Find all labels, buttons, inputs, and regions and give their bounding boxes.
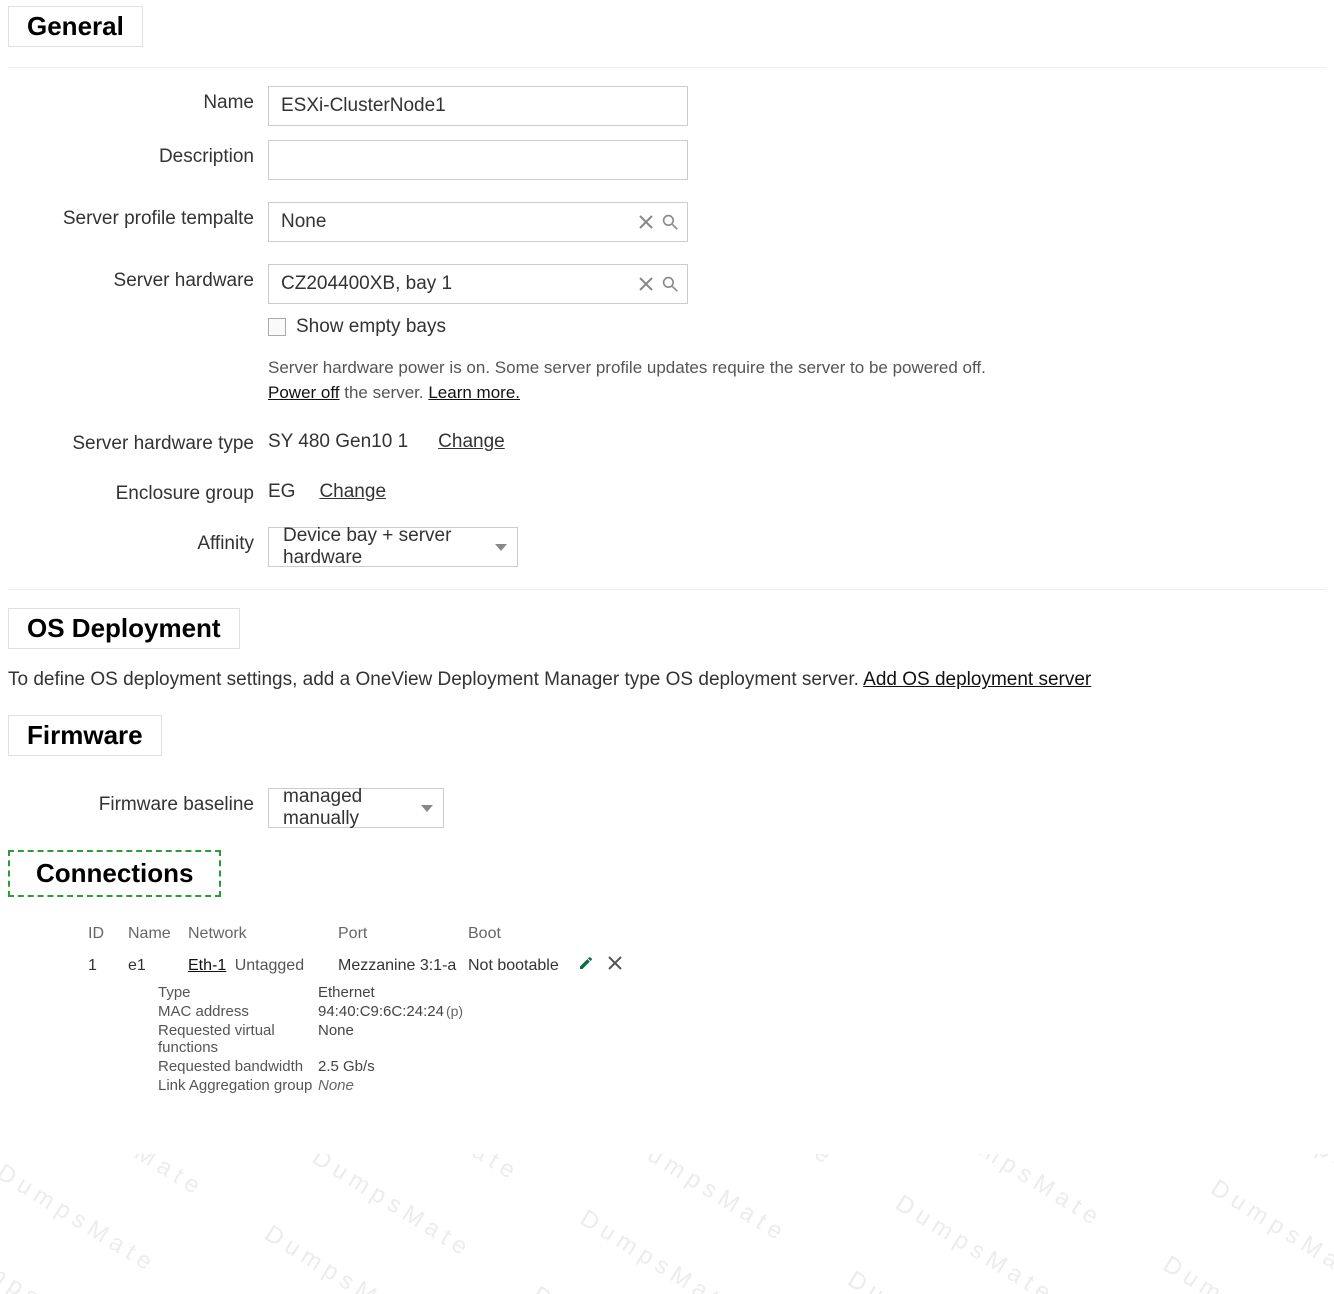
label-enclosure-group: Enclosure group — [8, 477, 268, 505]
clear-icon[interactable] — [637, 213, 655, 231]
power-off-link[interactable]: Power off — [268, 383, 340, 402]
col-network: Network — [188, 925, 338, 943]
clear-icon[interactable] — [637, 275, 655, 293]
cell-port: Mezzanine 3:1-a — [338, 957, 468, 975]
connection-details: Type Ethernet MAC address 94:40:C9:6C:24… — [158, 984, 698, 1094]
chevron-down-icon — [495, 544, 507, 551]
table-row: 1 e1 Eth-1 Untagged Mezzanine 3:1-a Not … — [58, 951, 698, 980]
section-title-os-deployment: OS Deployment — [8, 608, 240, 649]
label-hardware-type: Server hardware type — [8, 427, 268, 455]
detail-key-type: Type — [158, 984, 318, 1001]
power-info-text: Server hardware power is on. Some server… — [268, 356, 988, 405]
add-os-deployment-server-link[interactable]: Add OS deployment server — [863, 669, 1091, 690]
cell-name: e1 — [128, 957, 188, 975]
affinity-value: Device bay + server hardware — [283, 525, 485, 569]
description-input[interactable] — [268, 140, 688, 180]
label-profile-template: Server profile tempalte — [8, 202, 268, 230]
learn-more-link[interactable]: Learn more. — [428, 383, 520, 402]
detail-val-lag: None — [318, 1077, 578, 1094]
col-port: Port — [338, 925, 468, 943]
show-empty-bays-checkbox[interactable]: Show empty bays — [268, 316, 988, 338]
cell-boot: Not bootable — [468, 957, 578, 975]
show-empty-bays-label: Show empty bays — [296, 316, 446, 338]
change-enclosure-link[interactable]: Change — [319, 477, 386, 503]
detail-key-mac: MAC address — [158, 1003, 318, 1020]
connections-header: ID Name Network Port Boot — [58, 921, 698, 951]
cell-id: 1 — [88, 957, 128, 975]
label-affinity: Affinity — [8, 527, 268, 555]
profile-template-value: None — [281, 211, 631, 233]
detail-val-type: Ethernet — [318, 984, 578, 1001]
os-deployment-info: To define OS deployment settings, add a … — [8, 669, 1326, 691]
detail-key-bw: Requested bandwidth — [158, 1058, 318, 1075]
firmware-baseline-select[interactable]: managed manually — [268, 788, 444, 828]
detail-key-lag: Link Aggregation group — [158, 1077, 318, 1094]
col-id: ID — [88, 925, 128, 943]
affinity-select[interactable]: Device bay + server hardware — [268, 527, 518, 567]
network-tag: Untagged — [235, 957, 304, 974]
enclosure-group-value: EG — [268, 477, 295, 503]
label-description: Description — [8, 140, 268, 168]
section-title-connections: Connections — [8, 850, 221, 897]
detail-val-mac: 94:40:C9:6C:24:24(p) — [318, 1003, 578, 1020]
label-firmware-baseline: Firmware baseline — [8, 788, 268, 816]
chevron-down-icon — [421, 805, 433, 812]
server-hardware-combo[interactable]: CZ204400XB, bay 1 — [268, 264, 688, 304]
search-icon[interactable] — [661, 213, 679, 231]
col-name: Name — [128, 925, 188, 943]
separator — [8, 67, 1326, 68]
label-server-hardware: Server hardware — [8, 264, 268, 292]
edit-icon[interactable] — [578, 955, 608, 976]
detail-val-rvf: None — [318, 1022, 578, 1056]
section-title-firmware: Firmware — [8, 715, 162, 756]
name-input[interactable] — [268, 86, 688, 126]
checkbox-box[interactable] — [268, 318, 286, 336]
profile-template-combo[interactable]: None — [268, 202, 688, 242]
search-icon[interactable] — [661, 275, 679, 293]
separator — [8, 589, 1326, 590]
detail-val-bw: 2.5 Gb/s — [318, 1058, 578, 1075]
server-hardware-value: CZ204400XB, bay 1 — [281, 273, 631, 295]
section-title-general: General — [8, 6, 143, 47]
change-hardware-type-link[interactable]: Change — [438, 427, 505, 453]
col-boot: Boot — [468, 925, 578, 943]
delete-icon[interactable] — [608, 956, 638, 975]
firmware-baseline-value: managed manually — [283, 786, 411, 830]
network-link[interactable]: Eth-1 — [188, 957, 226, 974]
label-name: Name — [8, 86, 268, 114]
detail-key-rvf: Requested virtual functions — [158, 1022, 318, 1056]
hardware-type-value: SY 480 Gen10 1 — [268, 427, 408, 453]
